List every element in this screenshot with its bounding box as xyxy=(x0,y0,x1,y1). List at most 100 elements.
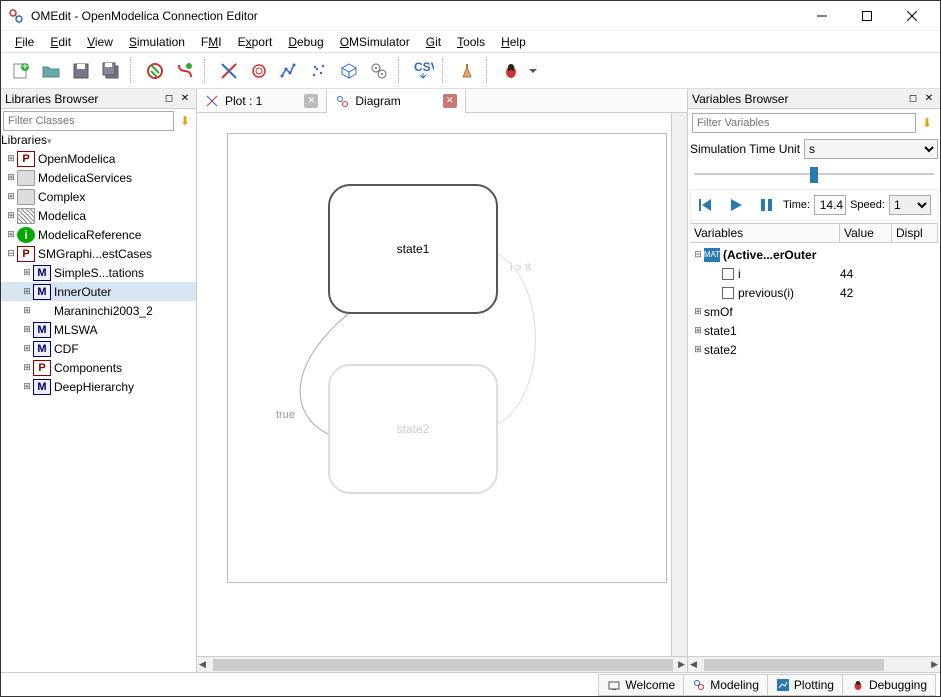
transition-true-label: true xyxy=(276,409,295,421)
transition-cond-label: i > 8 xyxy=(510,262,531,274)
rewind-button[interactable] xyxy=(693,192,719,218)
app-icon xyxy=(7,7,25,25)
col-variables[interactable]: Variables xyxy=(690,224,840,242)
tree-item[interactable]: ⊞ModelicaServices xyxy=(1,168,196,187)
filter-classes-input[interactable] xyxy=(3,111,174,131)
undock-icon[interactable]: ◻ xyxy=(906,92,920,106)
close-panel-icon[interactable]: ✕ xyxy=(922,92,936,106)
undock-icon[interactable]: ◻ xyxy=(162,92,176,106)
col-value[interactable]: Value xyxy=(840,224,892,242)
menu-export[interactable]: Export xyxy=(230,33,281,51)
tree-item[interactable]: ⊞MSimpleS...tations xyxy=(1,263,196,282)
welcome-icon xyxy=(607,678,621,692)
menu-help[interactable]: Help xyxy=(493,33,534,51)
play-button[interactable] xyxy=(723,192,749,218)
toolbar: + CSV xyxy=(1,53,940,89)
menu-git[interactable]: Git xyxy=(418,33,449,51)
status-modeling[interactable]: Modeling xyxy=(683,674,768,696)
time-input[interactable] xyxy=(814,195,846,215)
tree-item[interactable]: ⊞Maraninchi2003_2 xyxy=(1,301,196,320)
filter-expand-icon[interactable]: ⬇ xyxy=(176,112,194,130)
plot-button[interactable] xyxy=(215,57,243,85)
time-label: Time: xyxy=(783,199,810,211)
tree-item[interactable]: ⊞MCDF xyxy=(1,339,196,358)
libraries-tree[interactable]: ⊞POpenModelica⊞ModelicaServices⊞Complex⊞… xyxy=(1,147,196,672)
variable-row[interactable]: ⊞state2 xyxy=(690,340,938,359)
status-bar: Welcome Modeling Plotting Debugging xyxy=(1,672,940,696)
col-display[interactable]: Displ xyxy=(892,224,938,242)
tab-diagram[interactable]: Diagram ✕ xyxy=(327,89,465,113)
maximize-button[interactable] xyxy=(844,2,889,30)
menu-debug[interactable]: Debug xyxy=(280,33,331,51)
speed-select[interactable]: 1 xyxy=(889,195,931,215)
scatter-button[interactable] xyxy=(305,57,333,85)
state2-block[interactable]: state2 xyxy=(328,364,498,494)
variable-row[interactable]: i44 xyxy=(690,264,938,283)
window-title: OMEdit - OpenModelica Connection Editor xyxy=(31,9,799,23)
tree-item[interactable]: ⊞PComponents xyxy=(1,358,196,377)
libraries-section-label: Libraries▾ xyxy=(1,133,196,147)
tab-plot-close[interactable]: ✕ xyxy=(304,94,318,108)
menu-tools[interactable]: Tools xyxy=(449,33,493,51)
svg-text:CSV: CSV xyxy=(414,61,434,74)
variable-row[interactable]: ⊞smOf xyxy=(690,302,938,321)
tree-item[interactable]: ⊞Modelica xyxy=(1,206,196,225)
filter-variables-input[interactable] xyxy=(692,113,916,133)
clear-button[interactable] xyxy=(453,57,481,85)
variable-row[interactable]: previous(i)42 xyxy=(690,283,938,302)
tree-item[interactable]: ⊞iModelicaReference xyxy=(1,225,196,244)
time-slider[interactable] xyxy=(690,163,938,187)
minimize-button[interactable] xyxy=(799,2,844,30)
diagram-canvas[interactable]: state1 state2 true i > 8 xyxy=(197,113,687,656)
close-button[interactable] xyxy=(889,2,934,30)
libraries-browser-header: Libraries Browser ◻ ✕ xyxy=(1,89,196,109)
horizontal-scrollbar[interactable]: ◀ ▶ xyxy=(197,656,687,672)
menu-edit[interactable]: Edit xyxy=(42,33,79,51)
filter-expand-icon[interactable]: ⬇ xyxy=(918,114,936,132)
variables-browser-panel: Variables Browser ◻ ✕ ⬇ Simulation Time … xyxy=(688,89,940,672)
menu-omsimulator[interactable]: OMSimulator xyxy=(332,33,418,51)
variable-row[interactable]: ⊟MAT(Active...erOuter xyxy=(690,245,938,264)
sim-time-unit-select[interactable]: s xyxy=(804,139,938,159)
variable-row[interactable]: ⊞state1 xyxy=(690,321,938,340)
animation-button[interactable] xyxy=(365,57,393,85)
new-model-button[interactable]: + xyxy=(7,57,35,85)
menu-file[interactable]: File xyxy=(7,33,42,51)
tree-item[interactable]: ⊞MInnerOuter xyxy=(1,282,196,301)
var-horizontal-scrollbar[interactable]: ◀ ▶ xyxy=(688,656,940,672)
menu-fmi[interactable]: FMI xyxy=(193,33,230,51)
parametric-plot-button[interactable] xyxy=(245,57,273,85)
tab-plot[interactable]: Plot : 1 ✕ xyxy=(197,89,327,113)
check-model-button[interactable] xyxy=(141,57,169,85)
simulate-button[interactable] xyxy=(171,57,199,85)
status-plotting[interactable]: Plotting xyxy=(767,674,843,696)
tab-diagram-close[interactable]: ✕ xyxy=(443,94,457,108)
export-csv-button[interactable]: CSV xyxy=(409,57,437,85)
debug-button[interactable] xyxy=(497,57,525,85)
variables-tree[interactable]: ⊟MAT(Active...erOuteri44previous(i)42⊞sm… xyxy=(690,245,938,654)
status-welcome[interactable]: Welcome xyxy=(598,674,684,696)
pause-button[interactable] xyxy=(753,192,779,218)
array-plot-button[interactable] xyxy=(275,57,303,85)
tree-item[interactable]: ⊞MMLSWA xyxy=(1,320,196,339)
menu-view[interactable]: View xyxy=(79,33,121,51)
menu-simulation[interactable]: Simulation xyxy=(121,33,193,51)
libraries-browser-panel: Libraries Browser ◻ ✕ ⬇ Libraries▾ ⊞POpe… xyxy=(1,89,197,672)
close-panel-icon[interactable]: ✕ xyxy=(178,92,192,106)
save-all-button[interactable] xyxy=(97,57,125,85)
state1-block[interactable]: state1 xyxy=(328,184,498,314)
vertical-scrollbar[interactable] xyxy=(671,113,687,656)
tree-item[interactable]: ⊟PSMGraphi...estCases xyxy=(1,244,196,263)
3d-view-button[interactable] xyxy=(335,57,363,85)
tree-item[interactable]: ⊞POpenModelica xyxy=(1,149,196,168)
tree-item[interactable]: ⊞MDeepHierarchy xyxy=(1,377,196,396)
menu-bar: File Edit View Simulation FMI Export Deb… xyxy=(1,31,940,53)
status-debugging[interactable]: Debugging xyxy=(842,674,936,696)
svg-text:+: + xyxy=(21,61,28,73)
save-button[interactable] xyxy=(67,57,95,85)
plot-tab-icon xyxy=(205,94,219,108)
variables-browser-header: Variables Browser ◻ ✕ xyxy=(688,89,940,109)
tree-item[interactable]: ⊞Complex xyxy=(1,187,196,206)
debug-dropdown[interactable] xyxy=(527,57,539,85)
open-button[interactable] xyxy=(37,57,65,85)
